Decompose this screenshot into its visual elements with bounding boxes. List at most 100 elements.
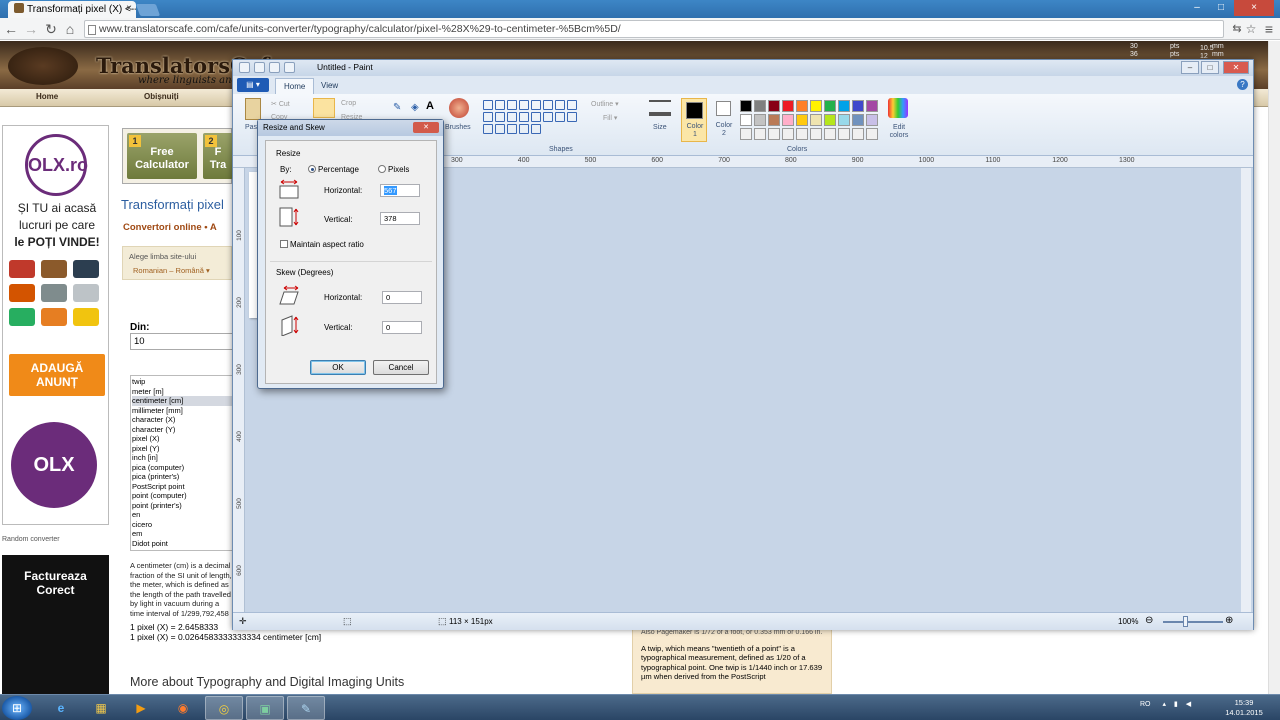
invoice-ad[interactable]: Factureaza Corect <box>2 555 109 694</box>
palette-swatch[interactable] <box>782 114 794 126</box>
file-menu-button[interactable]: ▤ ▾ <box>237 78 269 92</box>
browser-tab[interactable]: Transformați pixel (X) <-- × <box>8 1 136 18</box>
palette-swatch[interactable] <box>866 128 878 140</box>
unit-option[interactable]: centimeter [cm] <box>132 396 233 406</box>
random-converter-link[interactable]: Random converter <box>2 536 60 543</box>
percentage-label[interactable]: Percentage <box>318 165 359 174</box>
palette-swatch[interactable] <box>796 128 808 140</box>
palette-swatch[interactable] <box>782 100 794 112</box>
cancel-button[interactable]: Cancel <box>373 360 429 375</box>
brushes-icon[interactable] <box>449 98 469 118</box>
ok-button[interactable]: OK <box>310 360 366 375</box>
from-value-input[interactable]: 10 <box>130 333 234 350</box>
firefox-icon[interactable]: ◉ <box>164 696 202 720</box>
palette-swatch[interactable] <box>866 100 878 112</box>
palette-swatch[interactable] <box>768 114 780 126</box>
fill-dropdown[interactable]: Fill ▾ <box>603 114 617 122</box>
cut-button[interactable]: ✂ Cut <box>271 100 290 108</box>
palette-swatch[interactable] <box>810 128 822 140</box>
palette-swatch[interactable] <box>824 128 836 140</box>
free-calculator-tile[interactable]: 1 Free Calculator <box>127 133 197 179</box>
palette-swatch[interactable] <box>754 128 766 140</box>
palette-swatch[interactable] <box>740 100 752 112</box>
unit-option[interactable]: character (X) <box>132 415 233 425</box>
paint-app-icon[interactable] <box>239 62 250 73</box>
tab-view[interactable]: View <box>313 78 346 94</box>
pixels-label[interactable]: Pixels <box>388 165 409 174</box>
paint-taskbar-icon[interactable]: ✎ <box>287 696 325 720</box>
start-button[interactable]: ⊞ <box>2 696 32 720</box>
palette-swatch[interactable] <box>810 100 822 112</box>
unit-option[interactable]: point (computer) <box>132 491 233 501</box>
palette-swatch[interactable] <box>740 114 752 126</box>
pencil-icon[interactable]: ✎ <box>393 102 401 113</box>
unit-listbox[interactable]: twip meter [m] centimeter [cm] millimeter [… <box>130 375 234 551</box>
network-icon[interactable]: ▮ <box>1174 701 1178 708</box>
fill-icon[interactable]: ◈ <box>411 102 419 113</box>
back-icon[interactable]: ← <box>2 21 20 37</box>
chrome-icon[interactable]: ◎ <box>205 696 243 720</box>
help-icon[interactable]: ? <box>1237 79 1248 90</box>
palette-swatch[interactable] <box>754 114 766 126</box>
unit-option[interactable]: em <box>132 529 233 539</box>
edit-colors-label[interactable]: Edit colors <box>883 124 915 140</box>
outline-dropdown[interactable]: Outline ▾ <box>591 100 619 108</box>
brushes-label[interactable]: Brushes <box>445 124 471 131</box>
unit-option[interactable]: Didot point <box>132 539 233 549</box>
tab-close-icon[interactable]: × <box>126 3 132 14</box>
redo-icon[interactable] <box>284 62 295 73</box>
language-select[interactable]: Romanian – Română ▾ <box>133 266 210 275</box>
palette-swatch[interactable] <box>838 114 850 126</box>
palette-swatch[interactable] <box>824 100 836 112</box>
volume-icon[interactable]: ◀ <box>1186 701 1191 708</box>
page-scrollbar[interactable] <box>1268 41 1280 694</box>
unit-option[interactable]: meter [m] <box>132 387 233 397</box>
edit-colors-icon[interactable] <box>888 98 908 118</box>
ie-icon[interactable]: e <box>42 696 80 720</box>
tray-arrow-icon[interactable]: ▴ <box>1162 701 1166 708</box>
maintain-aspect-checkbox[interactable] <box>280 240 288 248</box>
crop-button[interactable]: Crop <box>341 100 356 107</box>
palette-swatch[interactable] <box>866 114 878 126</box>
menu-icon[interactable]: ≡ <box>1260 21 1278 37</box>
zoom-slider[interactable] <box>1163 621 1223 623</box>
size-label[interactable]: Size <box>653 124 667 131</box>
canvas-scrollbar[interactable] <box>1241 168 1251 612</box>
save-icon[interactable] <box>254 62 265 73</box>
second-tile[interactable]: 2 F Tra <box>203 133 233 179</box>
resize-vertical-input[interactable]: 378 <box>380 212 420 225</box>
unit-option[interactable]: pixel (X) <box>132 434 233 444</box>
palette-swatch[interactable] <box>852 100 864 112</box>
palette-swatch[interactable] <box>782 128 794 140</box>
undo-icon[interactable] <box>269 62 280 73</box>
maintain-aspect-label[interactable]: Maintain aspect ratio <box>290 240 364 249</box>
palette-swatch[interactable] <box>824 114 836 126</box>
unit-option[interactable]: inch [in] <box>132 453 233 463</box>
address-bar[interactable]: www.translatorscafe.com/cafe/units-conve… <box>84 20 1224 38</box>
palette-swatch[interactable] <box>754 100 766 112</box>
palette-swatch[interactable] <box>796 100 808 112</box>
unit-option[interactable]: point (printer's) <box>132 501 233 511</box>
nav-common-link[interactable]: Obișnuiți <box>144 92 179 101</box>
nav-home-link[interactable]: Home <box>36 92 58 101</box>
dialog-close-button[interactable]: ✕ <box>413 122 439 133</box>
text-icon[interactable]: A <box>426 100 434 112</box>
breadcrumb[interactable]: Convertori online • A <box>123 222 217 233</box>
color-palette[interactable] <box>740 100 886 140</box>
explorer-icon[interactable]: ▦ <box>82 696 120 720</box>
unit-option[interactable]: character (Y) <box>132 425 233 435</box>
palette-swatch[interactable] <box>810 114 822 126</box>
palette-swatch[interactable] <box>796 114 808 126</box>
palette-swatch[interactable] <box>852 128 864 140</box>
zoom-in-button[interactable]: ⊕ <box>1225 615 1233 626</box>
camtasia-icon[interactable]: ▣ <box>246 696 284 720</box>
clock[interactable]: 15:39 14.01.2015 <box>1224 698 1264 718</box>
skew-horizontal-input[interactable]: 0 <box>382 291 422 304</box>
unit-option[interactable]: pica (computer) <box>132 463 233 473</box>
add-listing-button[interactable]: ADAUGĂ ANUNȚ <box>9 354 105 396</box>
palette-swatch[interactable] <box>838 100 850 112</box>
zoom-slider-thumb[interactable] <box>1183 616 1188 627</box>
forward-icon[interactable]: → <box>22 21 40 37</box>
resize-horizontal-input[interactable]: 567 <box>380 184 420 197</box>
unit-option[interactable]: pixel (Y) <box>132 444 233 454</box>
